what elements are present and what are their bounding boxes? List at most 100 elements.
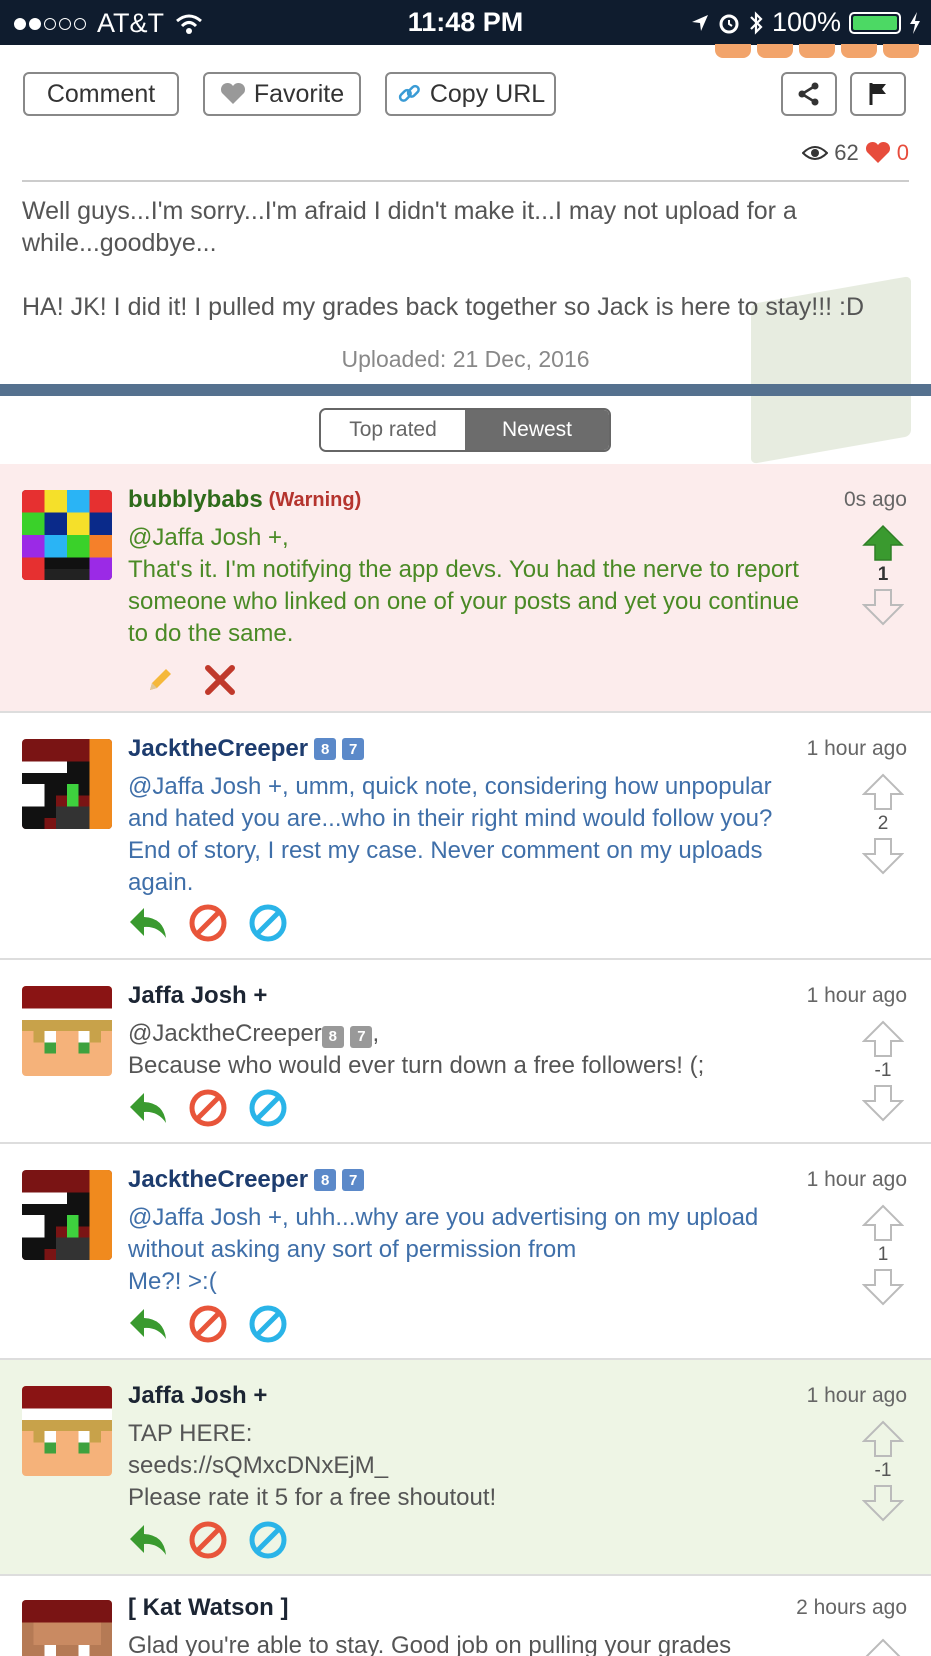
block-icon (189, 1521, 227, 1559)
vote-control: -1 (861, 1420, 905, 1522)
up-arrow-icon (862, 773, 904, 810)
downvote-button[interactable] (861, 1084, 905, 1122)
tab-newest[interactable]: Newest (465, 410, 609, 450)
comment-time: 0s ago (843, 488, 907, 511)
comment-row: bubblybabs (Warning) 0s ago @Jaffa Josh … (0, 464, 931, 713)
delete-button[interactable] (200, 660, 240, 700)
report-button[interactable] (248, 1088, 288, 1128)
avatar[interactable] (22, 1600, 112, 1656)
comment-time: 2 hours ago (796, 1596, 907, 1619)
level-badge: 8 (321, 1026, 344, 1048)
comment-mention-line: @JacktheCreeper 8 7, (128, 1018, 818, 1050)
eye-icon (802, 146, 829, 160)
reply-icon (130, 1309, 166, 1339)
reply-button[interactable] (128, 903, 168, 943)
avatar[interactable] (22, 490, 112, 580)
downvote-button[interactable] (861, 837, 905, 875)
report-button[interactable] (248, 1304, 288, 1344)
vote-count: 1 (877, 564, 889, 585)
reply-button[interactable] (128, 1088, 168, 1128)
edit-button[interactable] (140, 660, 180, 700)
comment-body: That's it. I'm notifying the app devs. Y… (128, 556, 800, 647)
close-icon (205, 665, 235, 695)
downvote-button[interactable] (861, 588, 905, 626)
warning-label: (Warning) (268, 488, 362, 511)
reply-icon (130, 908, 166, 938)
rating-stars[interactable] (715, 44, 919, 58)
reply-button[interactable] (128, 1304, 168, 1344)
comment-line: TAP HERE: (128, 1420, 253, 1447)
prohibit-icon (249, 1305, 287, 1343)
down-arrow-icon (862, 589, 904, 626)
down-arrow-icon (862, 1085, 904, 1122)
avatar[interactable] (22, 986, 112, 1076)
up-arrow-icon (862, 1020, 904, 1057)
upload-description: Well guys...I'm sorry...I'm afraid I did… (22, 195, 902, 323)
mention-suffix: , (372, 1020, 380, 1047)
favorite-button[interactable]: Favorite (203, 72, 361, 116)
block-button[interactable] (188, 1304, 228, 1344)
comment-time: 1 hour ago (806, 737, 907, 760)
comment-text: Glad you're able to stay. Good job on pu… (128, 1632, 732, 1656)
username[interactable]: Jaffa Josh + (128, 1382, 267, 1410)
username[interactable]: JacktheCreeper (128, 735, 308, 763)
vote-count: -1 (874, 1060, 892, 1081)
heart-icon (865, 141, 890, 163)
reply-icon (130, 1525, 166, 1555)
upvote-button[interactable] (861, 1204, 905, 1242)
alarm-icon (719, 14, 739, 33)
up-arrow-icon (865, 1638, 901, 1656)
upvote-button[interactable] (861, 1020, 905, 1058)
vote-count: 2 (877, 813, 889, 834)
comment-button[interactable]: Comment (23, 72, 179, 116)
flag-icon (869, 83, 886, 105)
seed-link[interactable]: seeds://sQMxcDNxEjM_ (128, 1450, 818, 1482)
battery-percent: 100% (771, 7, 841, 37)
block-icon (189, 1089, 227, 1127)
report-flag-button[interactable] (850, 72, 906, 116)
comment-actions (128, 1088, 288, 1128)
report-button[interactable] (248, 903, 288, 943)
copy-url-button[interactable]: Copy URL (385, 72, 556, 116)
section-divider (0, 384, 931, 396)
report-button[interactable] (248, 1520, 288, 1560)
username[interactable]: bubblybabs (128, 486, 263, 514)
level-badge: 7 (342, 738, 365, 760)
avatar[interactable] (22, 1386, 112, 1476)
block-button[interactable] (188, 903, 228, 943)
upvote-button[interactable] (861, 1420, 905, 1458)
block-button[interactable] (188, 1088, 228, 1128)
comment-header: JacktheCreeper 8 7 (128, 735, 365, 763)
comment-header: JacktheCreeper 8 7 (128, 1166, 365, 1194)
comment-time: 1 hour ago (806, 1168, 907, 1191)
reply-button[interactable] (128, 1520, 168, 1560)
username[interactable]: Jaffa Josh + (128, 982, 267, 1010)
vote-control: 2 (861, 773, 905, 875)
vote-control: 1 (861, 1204, 905, 1306)
mention-username[interactable]: @JacktheCreeper (128, 1020, 322, 1047)
charging-bolt-icon (910, 11, 920, 34)
share-button[interactable] (781, 72, 837, 116)
upvote-button[interactable] (861, 1638, 905, 1656)
up-arrow-icon (862, 524, 904, 561)
block-button[interactable] (188, 1520, 228, 1560)
avatar[interactable] (22, 739, 112, 829)
comment-mention: @Jaffa Josh +, (128, 524, 289, 551)
username[interactable]: [ Kat Watson ] (128, 1594, 288, 1622)
action-toolbar: Comment Favorite Copy URL (0, 72, 931, 118)
comment-text: TAP HERE: seeds://sQMxcDNxEjM_ Please ra… (128, 1418, 818, 1514)
heart-icon (220, 82, 245, 104)
vote-count: 1 (877, 1244, 889, 1265)
upvote-button[interactable] (861, 524, 905, 562)
downvote-button[interactable] (861, 1484, 905, 1522)
username[interactable]: JacktheCreeper (128, 1166, 308, 1194)
downvote-button[interactable] (861, 1268, 905, 1306)
comment-header: Jaffa Josh + (128, 1382, 267, 1410)
avatar[interactable] (22, 1170, 112, 1260)
prohibit-icon (249, 1521, 287, 1559)
tab-top-rated[interactable]: Top rated (321, 410, 465, 450)
status-bar: AT&T 11:48 PM 100% (0, 0, 931, 45)
upvote-button[interactable] (861, 773, 905, 811)
pencil-icon (150, 669, 171, 690)
bluetooth-icon (750, 10, 763, 35)
